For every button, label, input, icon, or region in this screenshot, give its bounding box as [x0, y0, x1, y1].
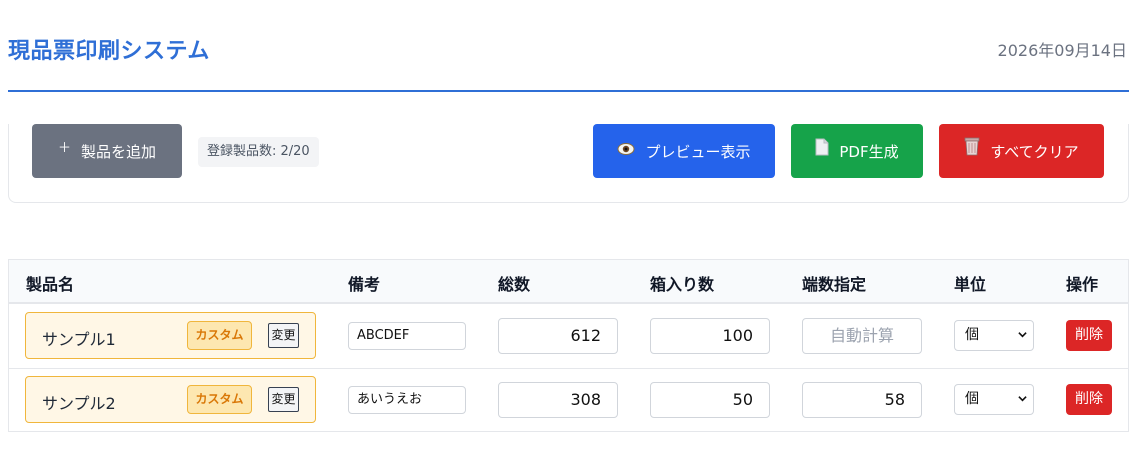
column-header-note: 備考 [348, 275, 381, 294]
unit-value: 個 [965, 391, 979, 407]
product-name: サンプル1 [42, 330, 116, 349]
unit-select[interactable]: 個 [954, 320, 1034, 351]
product-name-cell: サンプル2 カスタム 変更 [25, 376, 316, 423]
pdf-label: PDF生成 [839, 142, 899, 161]
preview-button[interactable]: プレビュー表示 [593, 124, 775, 178]
add-product-label: 製品を追加 [81, 142, 157, 161]
product-table: 製品名 備考 総数 箱入り数 端数指定 単位 操作 サンプル1 カスタム 変更 … [8, 259, 1129, 432]
note-input[interactable]: ABCDEF [348, 322, 466, 350]
unit-value: 個 [965, 327, 979, 343]
column-header-name: 製品名 [26, 275, 75, 294]
clear-all-label: すべてクリア [990, 142, 1079, 161]
column-header-actions: 操作 [1066, 275, 1099, 294]
change-button[interactable]: 変更 [268, 323, 299, 348]
trash-icon [964, 137, 980, 160]
eye-icon [617, 142, 635, 160]
delete-button[interactable]: 削除 [1066, 320, 1112, 351]
custom-badge: カスタム [187, 385, 252, 414]
app-header: 現品票印刷システム 2026年09月14日 [8, 0, 1129, 92]
chevron-down-icon [1018, 396, 1027, 402]
column-header-unit: 単位 [954, 275, 987, 294]
column-header-remainder: 端数指定 [802, 275, 867, 294]
add-product-button[interactable]: ＋ 製品を追加 [32, 124, 182, 178]
column-header-per-box: 箱入り数 [650, 275, 715, 294]
product-name: サンプル2 [42, 394, 116, 413]
table-header: 製品名 備考 総数 箱入り数 端数指定 単位 操作 [9, 260, 1128, 304]
delete-button[interactable]: 削除 [1066, 384, 1112, 415]
change-button[interactable]: 変更 [268, 387, 299, 412]
per-box-input[interactable]: 100 [650, 318, 770, 354]
product-count-badge: 登録製品数: 2/20 [198, 137, 319, 167]
product-name-cell: サンプル1 カスタム 変更 [25, 312, 316, 359]
clear-all-button[interactable]: すべてクリア [939, 124, 1104, 178]
table-row: サンプル1 カスタム 変更 ABCDEF 612 100 自動計算 個 削除 [9, 304, 1128, 368]
chevron-down-icon [1018, 332, 1027, 338]
total-input[interactable]: 612 [498, 318, 618, 354]
remainder-input[interactable]: 自動計算 [802, 318, 922, 354]
table-row: サンプル2 カスタム 変更 あいうえお 308 50 58 個 削除 [9, 368, 1128, 432]
remainder-input[interactable]: 58 [802, 382, 922, 418]
unit-select[interactable]: 個 [954, 384, 1034, 415]
pdf-generate-button[interactable]: PDF生成 [791, 124, 923, 178]
page-title: 現品票印刷システム [8, 39, 210, 64]
custom-badge: カスタム [187, 321, 252, 350]
plus-icon: ＋ [57, 140, 71, 156]
document-icon [815, 138, 829, 160]
note-input[interactable]: あいうえお [348, 386, 466, 414]
current-date: 2026年09月14日 [997, 41, 1127, 60]
preview-label: プレビュー表示 [645, 142, 751, 161]
per-box-input[interactable]: 50 [650, 382, 770, 418]
column-header-total: 総数 [498, 275, 531, 294]
total-input[interactable]: 308 [498, 382, 618, 418]
